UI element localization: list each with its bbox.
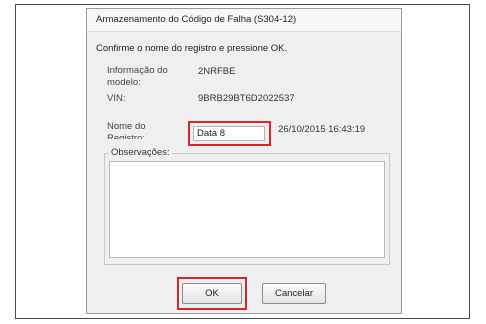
observations-textarea[interactable] [109,161,385,258]
dialog-title: Armazenamento do Código de Falha (S304-1… [87,9,401,32]
fault-code-storage-dialog: Armazenamento do Código de Falha (S304-1… [86,8,402,314]
model-info-label: Informação do modelo: [107,65,168,88]
ok-button[interactable]: OK [182,283,242,304]
vin-label: VIN: [107,93,126,104]
observations-label: Observações: [109,147,172,158]
instruction-text: Confirme o nome do registro e pressione … [96,43,288,54]
record-timestamp: 26/10/2015 16:43:19 [278,124,366,135]
record-name-label: Nome do Registro: [107,121,146,139]
record-name-input[interactable]: Data 8 [193,126,265,141]
vin-value: 9BRB29BT6D2022537 [198,93,295,104]
cancel-button[interactable]: Cancelar [262,283,326,304]
model-info-value: 2NRFBE [198,66,236,77]
